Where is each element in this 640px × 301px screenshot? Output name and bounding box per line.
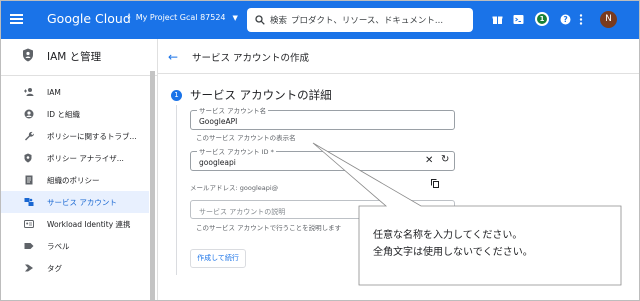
sidebar: IAM と管理 IAM ID と組織ポリシーに関するトラブ... ポリシー アナライ…	[1, 39, 157, 300]
sidebar-item[interactable]: Workload Identity 連携	[1, 213, 149, 235]
notifications-badge[interactable]: 1	[535, 12, 549, 26]
callout-text: 任意な名称を入力してください。 全角文字は使用しないでください。	[373, 227, 533, 261]
search-bar[interactable]: 検索 プロダクト、リソース、ドキュメント...	[247, 8, 473, 32]
sidebar-item[interactable]: タグ	[1, 257, 149, 279]
cloud-shell-icon[interactable]	[513, 14, 524, 25]
description-hint: このサービス アカウントで行うことを説明します	[196, 224, 342, 232]
more-vert-icon[interactable]	[579, 14, 583, 25]
sidebar-item-label: IAM	[47, 87, 61, 97]
email-address: メールアドレス: googleapi@	[190, 184, 279, 192]
step-connector-line	[176, 105, 177, 275]
document-icon	[24, 175, 34, 185]
copy-icon[interactable]	[431, 179, 439, 188]
description-placeholder: サービス アカウントの説明	[199, 208, 286, 216]
top-bar: Google Cloud ⁘ My Project Gcal 87524 ▼ 検…	[1, 1, 639, 39]
service-account-name-field[interactable]: サービス アカウント名 GoogleAPI	[190, 105, 455, 130]
sidebar-item-label: ポリシーに関するトラブ...	[47, 131, 137, 141]
search-placeholder: プロダクト、リソース、ドキュメント...	[291, 16, 444, 26]
svg-text:?: ?	[563, 15, 567, 24]
search-label: 検索	[270, 16, 288, 26]
avatar[interactable]: N	[600, 11, 617, 28]
sidebar-item[interactable]: ポリシー アナライザ...	[1, 147, 149, 169]
sidebar-item-label: ラベル	[47, 241, 70, 251]
wrench-icon	[24, 131, 34, 141]
back-arrow-icon[interactable]: ←	[168, 50, 178, 64]
browser-frame: Google Cloud ⁘ My Project Gcal 87524 ▼ 検…	[0, 0, 640, 301]
description-field[interactable]: サービス アカウントの説明	[190, 200, 455, 219]
name-field-label: サービス アカウント名	[197, 105, 269, 115]
label-icon	[24, 241, 34, 251]
id-card-icon	[24, 219, 34, 229]
create-and-continue-button[interactable]: 作成して続行	[190, 249, 246, 268]
callout-line-1: 任意な名称を入力してください。	[373, 230, 523, 241]
sidebar-item-label: 組織のポリシー	[47, 175, 100, 185]
sidebar-item-label: サービス アカウント	[47, 197, 117, 207]
page-header: ← サービス アカウントの作成	[158, 39, 639, 74]
sidebar-scrollbar[interactable]	[150, 71, 155, 300]
notification-count: 1	[537, 14, 547, 24]
sidebar-item[interactable]: ラベル	[1, 235, 149, 257]
menu-icon[interactable]	[10, 14, 23, 24]
sidebar-item[interactable]: ポリシーに関するトラブ...	[1, 125, 149, 147]
id-field-label: サービス アカウント ID *	[197, 146, 276, 156]
clear-icon[interactable]: ✕	[425, 155, 433, 166]
step-title: サービス アカウントの詳細	[190, 88, 332, 102]
policy-search-icon	[24, 153, 34, 163]
name-field-hint: このサービス アカウントの表示名	[196, 134, 296, 142]
divider	[157, 39, 158, 300]
service-account-id-field[interactable]: サービス アカウント ID * googleapi	[190, 146, 455, 171]
id-field-value: googleapi	[199, 158, 236, 167]
person-add-icon	[24, 87, 34, 97]
callout-line-2: 全角文字は使用しないでください。	[373, 247, 533, 258]
sidebar-item-label: タグ	[47, 263, 62, 273]
sidebar-item-label: ポリシー アナライザ...	[47, 153, 124, 163]
sidebar-item-label: Workload Identity 連携	[47, 219, 131, 229]
shield-icon	[23, 48, 33, 62]
sidebar-item[interactable]: ID と組織	[1, 103, 149, 125]
tag-icon	[24, 263, 34, 273]
project-selector[interactable]: ⁘ My Project Gcal 87524 ▼	[125, 13, 238, 22]
name-field-value: GoogleAPI	[199, 117, 238, 126]
refresh-icon[interactable]: ↻	[441, 154, 449, 165]
account-circle-icon	[24, 109, 34, 119]
sidebar-header: IAM と管理	[1, 39, 157, 76]
sidebar-item[interactable]: サービス アカウント	[1, 191, 149, 213]
chevron-down-icon: ▼	[232, 13, 238, 22]
sidebar-item[interactable]: IAM	[1, 81, 149, 103]
project-icon: ⁘	[125, 13, 132, 22]
help-icon[interactable]: ?	[560, 14, 571, 25]
project-name: My Project Gcal 87524	[135, 13, 226, 22]
page-title: サービス アカウントの作成	[192, 53, 310, 64]
step-number: 1	[171, 90, 182, 101]
service-account-icon	[24, 197, 34, 207]
sidebar-item-label: ID と組織	[47, 109, 80, 119]
gift-icon[interactable]	[492, 14, 503, 25]
google-cloud-logo[interactable]: Google Cloud	[47, 11, 131, 26]
search-icon	[255, 15, 265, 25]
sidebar-item[interactable]: 組織のポリシー	[1, 169, 149, 191]
sidebar-title: IAM と管理	[47, 51, 102, 63]
